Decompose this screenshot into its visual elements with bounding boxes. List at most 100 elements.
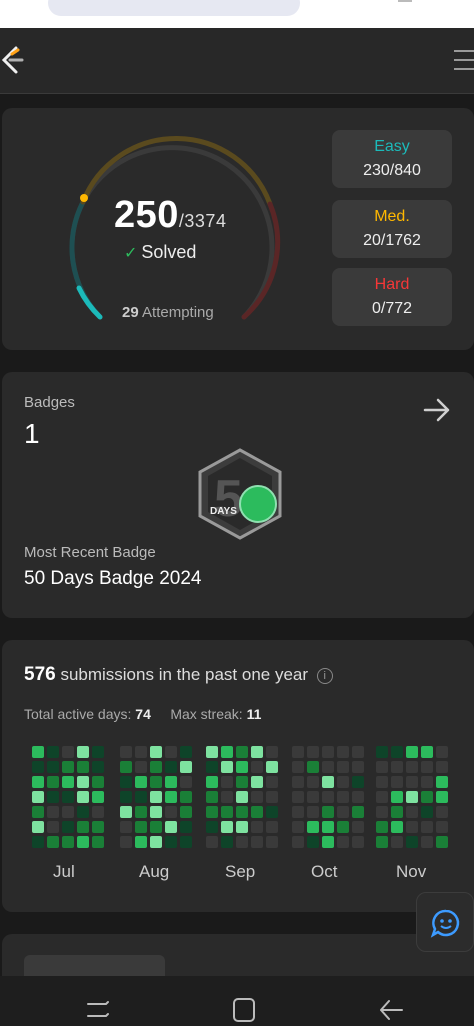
heatmap-cell [322, 746, 334, 758]
heatmap-cell [307, 821, 319, 833]
heatmap-cell [77, 791, 89, 803]
heatmap-cell [120, 791, 132, 803]
heatmap-cell [77, 821, 89, 833]
heatmap-cell [62, 806, 74, 818]
heatmap-cell [120, 776, 132, 788]
heatmap-cell [165, 821, 177, 833]
back-icon[interactable] [378, 996, 404, 1024]
home-icon[interactable] [232, 996, 256, 1024]
heatmap-cell [165, 791, 177, 803]
submissions-text: submissions in the past one year [60, 665, 309, 684]
url-bar[interactable] [48, 0, 300, 16]
heatmap-cell [206, 836, 218, 848]
arrow-right-icon[interactable] [422, 396, 452, 424]
heatmap-cell [221, 791, 233, 803]
heatmap-cell [120, 821, 132, 833]
heatmap-cell [352, 836, 364, 848]
heatmap-cell [391, 776, 403, 788]
heatmap-cell [120, 806, 132, 818]
heatmap-cell [47, 821, 59, 833]
heatmap-cell [165, 776, 177, 788]
submissions-summary: 576 submissions in the past one year i [24, 664, 333, 686]
medium-stat[interactable]: Med. 20/1762 [332, 200, 452, 258]
hard-stat[interactable]: Hard 0/772 [332, 268, 452, 326]
browser-top-bar [0, 0, 474, 28]
heatmap-cell [236, 761, 248, 773]
medium-value: 20/1762 [363, 232, 421, 249]
heatmap-cell [206, 791, 218, 803]
info-icon[interactable]: i [316, 667, 333, 684]
heatmap-cell [150, 791, 162, 803]
heatmap-cell [292, 761, 304, 773]
heatmap-cell [322, 821, 334, 833]
heatmap-cell [406, 821, 418, 833]
heatmap-cell [92, 776, 104, 788]
heatmap-cell [77, 761, 89, 773]
heatmap-cell [307, 806, 319, 818]
heatmap-cell [62, 821, 74, 833]
solved-stats-card: 250/3374 ✓ Solved 29 Attempting Easy 230/… [2, 108, 474, 350]
heatmap-cell [406, 836, 418, 848]
chat-button[interactable] [416, 892, 474, 952]
heatmap-cell [221, 761, 233, 773]
submissions-count: 576 [24, 664, 56, 685]
heatmap-cell [337, 791, 349, 803]
svg-text:DAYS: DAYS [210, 506, 237, 517]
heatmap-cell [337, 821, 349, 833]
heatmap-cell [406, 806, 418, 818]
heatmap-cell [391, 791, 403, 803]
recents-icon[interactable] [86, 996, 110, 1024]
heatmap-cell [436, 761, 448, 773]
heatmap-cell [421, 836, 433, 848]
heatmap-cell [92, 761, 104, 773]
heatmap-cell [337, 761, 349, 773]
month-label: Oct [311, 862, 338, 881]
leetcode-logo-icon[interactable] [0, 44, 26, 76]
heatmap-cell [391, 746, 403, 758]
heatmap-cell [376, 761, 388, 773]
submission-heatmap [32, 746, 448, 848]
50-days-badge-image[interactable]: 5 DAYS [192, 446, 288, 542]
heatmap-cell [47, 806, 59, 818]
heatmap-cell [266, 776, 278, 788]
badges-card: Badges 1 5 DAYS Most Recent Badge 50 Day… [2, 372, 474, 618]
heatmap-cell [47, 836, 59, 848]
heatmap-cell [251, 791, 263, 803]
heatmap-cell [32, 821, 44, 833]
heatmap-cell [307, 776, 319, 788]
heatmap-cell [47, 746, 59, 758]
heatmap-cell [406, 761, 418, 773]
heatmap-cell [436, 791, 448, 803]
chat-smiley-icon [430, 909, 460, 938]
easy-stat[interactable]: Easy 230/840 [332, 130, 452, 188]
heatmap-cell [135, 836, 147, 848]
heatmap-cell [221, 746, 233, 758]
heatmap-cell [352, 776, 364, 788]
heatmap-cell [421, 746, 433, 758]
heatmap-cell [236, 821, 248, 833]
activity-stats: Total active days: 74 Max streak: 11 [24, 706, 262, 722]
heatmap-cell [120, 761, 132, 773]
heatmap-cell [391, 836, 403, 848]
recent-badge-name: 50 Days Badge 2024 [24, 568, 202, 589]
heatmap-cell [322, 836, 334, 848]
heatmap-cell [92, 746, 104, 758]
heatmap-cell [150, 776, 162, 788]
hard-value: 0/772 [371, 300, 413, 317]
hamburger-menu-icon[interactable] [454, 50, 474, 72]
heatmap-cell [421, 806, 433, 818]
heatmap-cell [352, 791, 364, 803]
heatmap-cell [221, 821, 233, 833]
heatmap-cell [376, 746, 388, 758]
heatmap-cell [165, 836, 177, 848]
heatmap-cell [150, 746, 162, 758]
heatmap-cell [376, 776, 388, 788]
heatmap-cell [165, 806, 177, 818]
heatmap-cell [165, 761, 177, 773]
heatmap-cell [150, 806, 162, 818]
heatmap-cell [77, 836, 89, 848]
heatmap-cell [337, 806, 349, 818]
heatmap-cell [180, 791, 192, 803]
heatmap-cell [92, 836, 104, 848]
heatmap-cell [180, 821, 192, 833]
